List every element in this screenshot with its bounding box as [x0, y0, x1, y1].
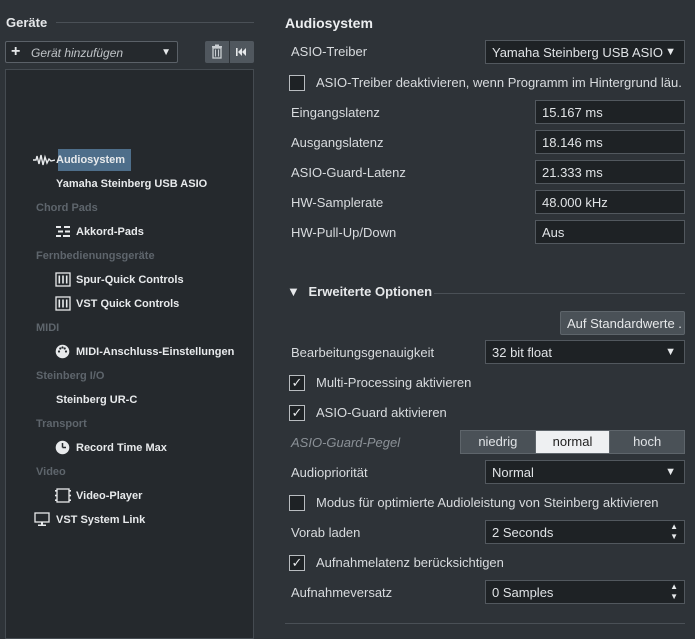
- asio-guard-checkbox[interactable]: ✓: [289, 405, 305, 421]
- priority-dropdown[interactable]: Normal ▼: [485, 460, 685, 484]
- priority-value: Normal: [492, 465, 534, 480]
- guard-level-normal[interactable]: normal: [534, 431, 610, 453]
- up-down-arrows-icon: ▲ ▼: [670, 582, 678, 601]
- rec-latency-checkbox[interactable]: ✓: [289, 555, 305, 571]
- guard-level-label: ASIO-Guard-Pegel: [291, 435, 401, 450]
- asio-driver-dropdown[interactable]: Yamaha Steinberg USB ASIO ▼: [485, 40, 685, 64]
- priority-label: Audiopriorität: [291, 465, 368, 480]
- delete-device-button[interactable]: [205, 41, 229, 63]
- rec-latency-label: Aufnahmelatenz berücksichtigen: [316, 555, 504, 570]
- bottom-divider: [285, 623, 685, 624]
- asio-disable-checkbox[interactable]: [289, 75, 305, 91]
- guard-level-segmented-control: niedrig normal hoch: [460, 430, 685, 454]
- tree-category-video: Video: [36, 466, 66, 478]
- add-device-label: Gerät hinzufügen: [31, 46, 124, 60]
- pullup-field: Aus: [535, 220, 685, 244]
- triangle-down-icon: ▼: [287, 284, 300, 299]
- rec-offset-value: 0 Samples: [492, 585, 554, 600]
- clock-icon: [55, 440, 70, 455]
- samplerate-label: HW-Samplerate: [291, 195, 384, 210]
- tree-category-steinberg-io: Steinberg I/O: [36, 370, 105, 382]
- asio-disable-label: ASIO-Treiber deaktivieren, wenn Programm…: [316, 75, 682, 90]
- tree-item-akkord-pads[interactable]: Akkord-Pads: [76, 226, 144, 238]
- controller-icon: [55, 272, 71, 287]
- chevron-down-icon: ▼: [161, 47, 171, 58]
- steinberg-mode-checkbox[interactable]: [289, 495, 305, 511]
- tree-category-midi: MIDI: [36, 322, 60, 334]
- precision-label: Bearbeitungsgenauigkeit: [291, 345, 435, 360]
- multiprocessing-checkbox[interactable]: ✓: [289, 375, 305, 391]
- advanced-options-divider: [434, 293, 685, 294]
- multiprocessing-label: Multi-Processing aktivieren: [316, 375, 472, 390]
- chord-pads-icon: [56, 226, 70, 237]
- preload-stepper[interactable]: 2 Seconds ▲ ▼: [485, 520, 685, 544]
- input-latency-label: Eingangslatenz: [291, 105, 380, 120]
- guard-latency-field: 21.333 ms: [535, 160, 685, 184]
- reset-device-button[interactable]: [230, 41, 254, 63]
- controller-icon: [55, 296, 71, 311]
- tree-item-video-player[interactable]: Video-Player: [76, 490, 142, 502]
- tree-item-vst-quick-controls[interactable]: VST Quick Controls: [76, 298, 179, 310]
- preload-value: 2 Seconds: [492, 525, 554, 540]
- precision-value: 32 bit float: [492, 345, 552, 360]
- plus-icon: +: [11, 43, 21, 60]
- samplerate-field: 48.000 kHz: [535, 190, 685, 214]
- add-device-dropdown[interactable]: + Gerät hinzufügen ▼: [5, 41, 178, 63]
- tree-item-midi-port-settings[interactable]: MIDI-Anschluss-Einstellungen: [76, 346, 234, 358]
- tree-item-audiosystem[interactable]: Audiosystem: [56, 154, 125, 166]
- asio-driver-label: ASIO-Treiber: [291, 44, 368, 59]
- advanced-options-heading: Erweiterte Optionen: [308, 284, 433, 299]
- film-icon: [55, 488, 71, 503]
- page-title: Audiosystem: [285, 15, 373, 31]
- input-latency-field: 15.167 ms: [535, 100, 685, 124]
- tree-item-yamaha-asio[interactable]: Yamaha Steinberg USB ASIO: [56, 178, 207, 190]
- up-down-arrows-icon: ▲ ▼: [670, 522, 678, 541]
- rec-offset-label: Aufnahmeversatz: [291, 585, 393, 600]
- advanced-options-toggle[interactable]: ▼ Erweiterte Optionen: [287, 284, 432, 299]
- pullup-label: HW-Pull-Up/Down: [291, 225, 397, 240]
- skip-back-icon: [236, 48, 246, 56]
- reset-defaults-button[interactable]: Auf Standardwerte .: [560, 311, 685, 335]
- asio-guard-label: ASIO-Guard aktivieren: [316, 405, 447, 420]
- tree-item-vst-system-link[interactable]: VST System Link: [56, 514, 145, 526]
- tree-category-remote-devices: Fernbedienungsgeräte: [36, 250, 155, 262]
- devices-title: Geräte: [6, 15, 48, 30]
- rec-offset-stepper[interactable]: 0 Samples ▲ ▼: [485, 580, 685, 604]
- tree-category-chord-pads: Chord Pads: [36, 202, 98, 214]
- output-latency-field: 18.146 ms: [535, 130, 685, 154]
- chevron-down-icon: ▼: [665, 466, 676, 478]
- monitor-icon: [34, 512, 50, 526]
- device-tree: Audiosystem Yamaha Steinberg USB ASIO Ch…: [5, 69, 254, 639]
- guard-level-low[interactable]: niedrig: [461, 431, 535, 453]
- tree-item-spur-quick-controls[interactable]: Spur-Quick Controls: [76, 274, 184, 286]
- tree-category-transport: Transport: [36, 418, 87, 430]
- guard-level-high[interactable]: hoch: [609, 431, 685, 453]
- tree-item-steinberg-ur-c[interactable]: Steinberg UR-C: [56, 394, 137, 406]
- tree-item-record-time-max[interactable]: Record Time Max: [76, 442, 167, 454]
- output-latency-label: Ausgangslatenz: [291, 135, 384, 150]
- midi-port-icon: [55, 344, 70, 359]
- steinberg-mode-label: Modus für optimierte Audioleistung von S…: [316, 495, 659, 510]
- guard-latency-label: ASIO-Guard-Latenz: [291, 165, 406, 180]
- devices-title-divider: [56, 22, 254, 23]
- asio-driver-value: Yamaha Steinberg USB ASIO: [492, 45, 664, 60]
- settings-panel: Audiosystem ASIO-Treiber Yamaha Steinber…: [262, 0, 695, 628]
- precision-dropdown[interactable]: 32 bit float ▼: [485, 340, 685, 364]
- trash-icon: [212, 44, 222, 59]
- preload-label: Vorab laden: [291, 525, 361, 540]
- chevron-down-icon: ▼: [665, 46, 676, 58]
- devices-panel: Geräte + Gerät hinzufügen ▼ Audiosystem …: [0, 0, 262, 639]
- chevron-down-icon: ▼: [665, 346, 676, 358]
- waveform-icon: [33, 154, 55, 166]
